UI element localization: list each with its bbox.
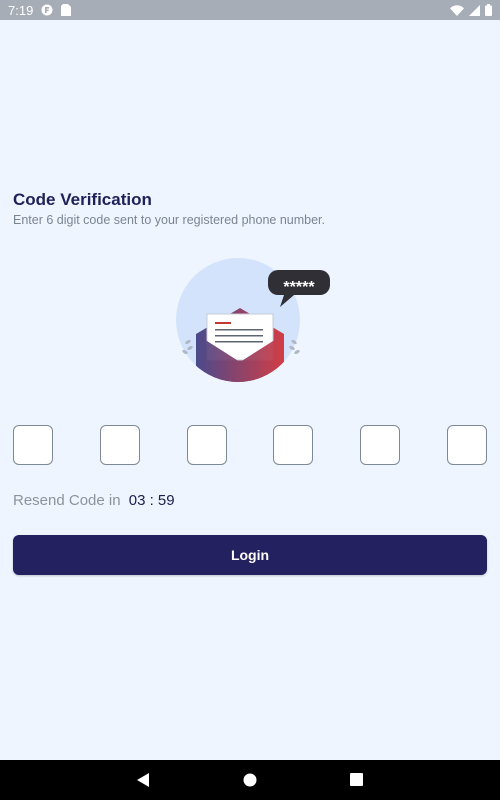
back-icon[interactable]: [136, 773, 150, 787]
resend-timer: 03 : 59: [128, 492, 175, 509]
page-subtitle: Enter 6 digit code sent to your register…: [13, 213, 325, 227]
envelope-illustration-art: *****: [176, 258, 330, 382]
otp-digit-3[interactable]: [186, 425, 227, 465]
status-right: [450, 4, 492, 16]
envelope-illustration: *****: [170, 250, 330, 390]
sim-card-icon: [61, 4, 72, 16]
login-button[interactable]: Login: [13, 535, 487, 575]
fire-app-icon: [41, 4, 53, 16]
otp-digit-5[interactable]: [360, 425, 401, 465]
status-bar: 7:19: [0, 0, 500, 20]
resend-code-text: Resend Code in 03 : 59: [13, 492, 175, 509]
otp-input-row: [13, 425, 487, 465]
otp-digit-4[interactable]: [273, 425, 314, 465]
wifi-icon: [450, 4, 464, 16]
recents-icon[interactable]: [350, 773, 363, 786]
resend-label: Resend Code in: [13, 492, 121, 509]
signal-icon: [469, 4, 480, 16]
otp-digit-1[interactable]: [13, 425, 53, 465]
status-time: 7:19: [8, 2, 34, 18]
battery-icon: [485, 4, 492, 16]
otp-digit-2[interactable]: [99, 425, 140, 465]
home-icon[interactable]: [243, 773, 257, 787]
status-left: 7:19: [8, 2, 72, 18]
navigation-bar: [0, 760, 500, 800]
password-mask-text: *****: [283, 279, 315, 296]
otp-digit-6[interactable]: [446, 425, 487, 465]
page-title: Code Verification: [13, 190, 152, 209]
